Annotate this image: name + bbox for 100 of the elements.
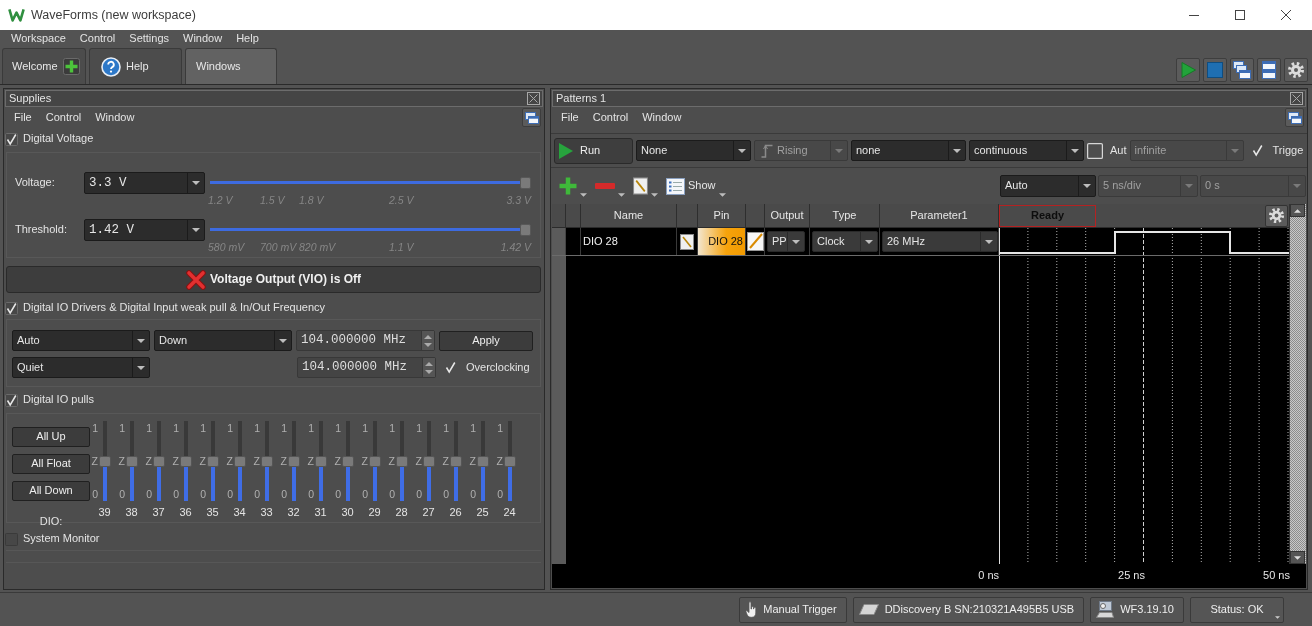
version-button[interactable]: WF3.19.10: [1090, 596, 1184, 623]
tile-windows-button[interactable]: [1257, 57, 1281, 82]
drive-dropdown[interactable]: Auto: [12, 330, 150, 351]
frequency-field[interactable]: 104.000000 MHz: [297, 357, 436, 378]
restore-button[interactable]: [522, 108, 541, 127]
pull-dropdown[interactable]: Down: [154, 330, 292, 351]
time-mode-dropdown[interactable]: Auto: [1000, 175, 1096, 197]
checkbox[interactable]: [5, 301, 18, 315]
slider-handle[interactable]: [520, 177, 531, 189]
run-mode-dropdown[interactable]: continuous: [969, 140, 1084, 161]
restore-button[interactable]: [1285, 108, 1304, 127]
menu-item[interactable]: Help: [229, 31, 266, 46]
menu-item[interactable]: File: [7, 110, 39, 125]
device-button[interactable]: DDiscovery B SN:210321A495B5 USB: [852, 596, 1085, 623]
scale-label: Z: [361, 455, 368, 468]
plot-settings-button[interactable]: [1265, 204, 1288, 227]
caret-icon: [1230, 148, 1239, 153]
play-button[interactable]: [1176, 57, 1200, 82]
slider-handle[interactable]: [423, 455, 435, 467]
slew-dropdown[interactable]: Quiet: [12, 357, 150, 378]
slider-handle[interactable]: [477, 455, 489, 467]
scale-label: 1: [227, 422, 233, 435]
pin-number: 24: [502, 506, 517, 520]
scale-label: 1: [335, 422, 341, 435]
table-cell: DIO 28: [581, 228, 677, 255]
menu-item[interactable]: Window: [176, 31, 230, 46]
checkbox[interactable]: [5, 393, 18, 407]
slider-handle[interactable]: [126, 455, 138, 467]
slider-handle[interactable]: [234, 455, 246, 467]
slider-handle[interactable]: [261, 455, 273, 467]
scroll-down-button[interactable]: [1290, 551, 1305, 564]
caret-icon: [1071, 148, 1079, 153]
scale-label: 1: [173, 422, 179, 435]
slider-handle[interactable]: [180, 455, 192, 467]
panel-close-button[interactable]: [1290, 92, 1303, 105]
slider-handle[interactable]: [342, 455, 354, 467]
scale-label: Z: [415, 455, 422, 468]
pull-button[interactable]: All Float: [12, 454, 90, 474]
status-button[interactable]: Status: OK: [1190, 596, 1284, 623]
apply-button[interactable]: Apply: [439, 330, 533, 351]
tab[interactable]: Help: [89, 48, 182, 84]
slider-handle[interactable]: [207, 455, 219, 467]
menu-item[interactable]: Control: [72, 31, 123, 46]
tab[interactable]: Welcome: [2, 48, 86, 84]
caret-icon: [137, 365, 145, 370]
settings-button[interactable]: [1284, 57, 1308, 82]
vio-button[interactable]: Voltage Output (VIO) is Off: [6, 266, 541, 293]
scale-label: 0: [389, 488, 395, 501]
checkbox[interactable]: [5, 532, 18, 546]
frequency-field[interactable]: 104.000000 MHz: [296, 330, 435, 351]
cascade-windows-button[interactable]: [1230, 57, 1254, 82]
scale-label: 0: [281, 488, 287, 501]
axis-label: 50 ns: [1262, 569, 1290, 583]
scale-label: Z: [388, 455, 395, 468]
slider-handle[interactable]: [450, 455, 462, 467]
scale-label: 0: [443, 488, 449, 501]
pin-cell[interactable]: DIO 28: [698, 228, 746, 255]
parameter-dropdown[interactable]: 26 MHz: [882, 231, 998, 252]
tab[interactable]: Windows: [185, 48, 277, 84]
scale-label: 0: [362, 488, 368, 501]
menu-item[interactable]: File: [554, 110, 586, 125]
value-dropdown[interactable]: 3.3 V: [84, 172, 205, 194]
menu-item[interactable]: Control: [38, 110, 89, 125]
run-button[interactable]: Run: [554, 137, 633, 164]
slider-handle[interactable]: [520, 224, 531, 236]
pin-number: 39: [97, 506, 112, 520]
caret-icon: [718, 193, 726, 197]
manual-trigger-button[interactable]: Manual Trigger: [739, 596, 847, 623]
trigger-dropdown[interactable]: None: [636, 140, 751, 161]
scroll-up-button[interactable]: [1290, 204, 1305, 217]
scale-label: Z: [469, 455, 476, 468]
value-dropdown[interactable]: 1.42 V: [84, 219, 205, 241]
pull-button[interactable]: All Up: [12, 427, 90, 447]
pull-button[interactable]: All Down: [12, 481, 90, 501]
scale-label: 0: [335, 488, 341, 501]
menu-item[interactable]: Window: [635, 110, 689, 125]
menu-item[interactable]: Control: [585, 110, 636, 125]
show-button[interactable]: Show: [662, 174, 730, 198]
menu-item[interactable]: Settings: [122, 31, 177, 46]
pin-number: 31: [313, 506, 328, 520]
scale-label: Z: [91, 455, 98, 468]
menu-item[interactable]: Workspace: [4, 31, 73, 46]
slider-handle[interactable]: [153, 455, 165, 467]
scrollbar[interactable]: [1289, 204, 1306, 564]
checkbox[interactable]: [1250, 144, 1264, 157]
output-dropdown[interactable]: PP: [767, 231, 805, 252]
slider-handle[interactable]: [369, 455, 381, 467]
slider-handle[interactable]: [288, 455, 300, 467]
slider-handle[interactable]: [99, 455, 111, 467]
panel-close-button[interactable]: [527, 92, 540, 105]
device-icon: [858, 604, 879, 615]
caret-icon: [651, 193, 658, 197]
type-dropdown[interactable]: Clock: [812, 231, 878, 252]
edit-icon: [633, 177, 648, 195]
slider-handle[interactable]: [396, 455, 408, 467]
checkbox[interactable]: [5, 132, 18, 146]
slider-handle[interactable]: [315, 455, 327, 467]
menu-item[interactable]: Window: [88, 110, 142, 125]
slider-handle[interactable]: [504, 455, 516, 467]
option-dropdown[interactable]: none: [851, 140, 966, 161]
